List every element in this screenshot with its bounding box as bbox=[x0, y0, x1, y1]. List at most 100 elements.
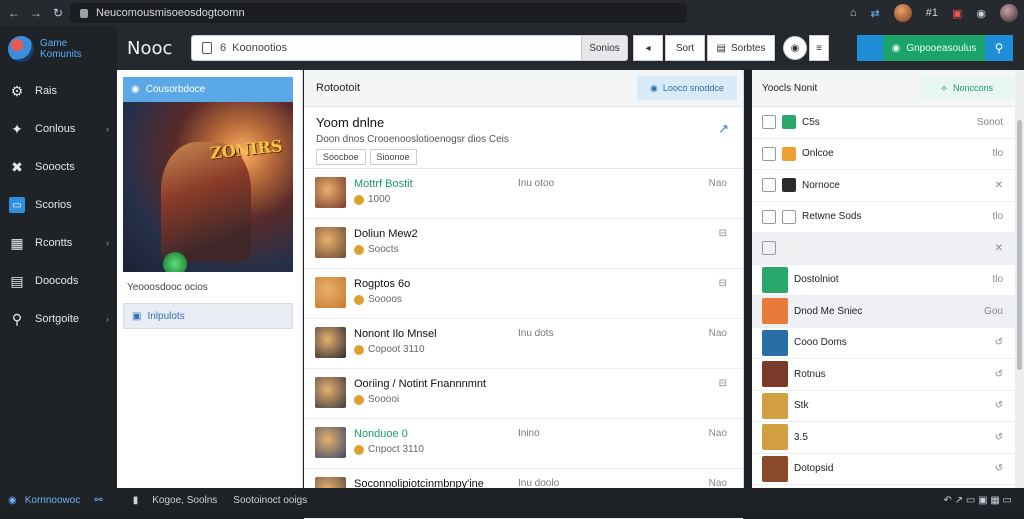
list-item[interactable]: ✕ bbox=[752, 233, 1015, 265]
featured-link[interactable]: ▣ Inlpulots bbox=[123, 303, 293, 329]
featured-game-image[interactable]: ZONIRS bbox=[123, 102, 293, 272]
list-item[interactable]: Ooriing / Notint Fnannnmnt Sooooi ⊟ bbox=[304, 369, 743, 419]
item-action[interactable]: ↺ bbox=[995, 400, 1003, 411]
arrow-icon[interactable]: ↗ bbox=[718, 121, 729, 137]
game-action[interactable]: ⊟ bbox=[719, 378, 727, 389]
view-button[interactable]: ▤ Sorbtes bbox=[707, 35, 775, 61]
game-thumbnail[interactable] bbox=[315, 177, 346, 208]
item-action[interactable]: ↺ bbox=[995, 463, 1003, 474]
item-action[interactable]: tlo bbox=[992, 211, 1003, 222]
sidebar-item-doocods[interactable]: ▤ Doocods bbox=[0, 262, 117, 300]
search-scope-button[interactable]: Sonios bbox=[581, 36, 627, 60]
game-action[interactable]: Nao bbox=[709, 428, 727, 439]
game-title[interactable]: Ooriing / Notint Fnannnmnt bbox=[354, 378, 486, 390]
list-item[interactable]: 3.5 ↺ bbox=[752, 422, 1015, 454]
user-avatar[interactable] bbox=[1000, 4, 1018, 22]
game-thumbnail[interactable] bbox=[315, 427, 346, 458]
item-action[interactable]: Gou bbox=[984, 306, 1003, 317]
item-label: Stk bbox=[794, 400, 809, 412]
list-item[interactable]: Dostolniot tlo bbox=[752, 265, 1015, 296]
list-item[interactable]: Dotopsid ↺ bbox=[752, 454, 1015, 485]
sidebar-item-rais[interactable]: ⚙ Rais bbox=[0, 72, 117, 110]
featured-header[interactable]: ◉ Cousorbdoce bbox=[123, 77, 293, 102]
item-action[interactable]: tlo bbox=[992, 148, 1003, 159]
game-action[interactable]: Nao bbox=[709, 178, 727, 189]
game-thumbnail[interactable] bbox=[315, 227, 346, 258]
item-action[interactable]: tlo bbox=[992, 274, 1003, 285]
list-item[interactable]: Nonduoe 0 Cnpoct 3110 Inino Nao bbox=[304, 419, 743, 469]
filter-chip[interactable]: Soocboe bbox=[316, 149, 366, 165]
game-action[interactable]: ⊟ bbox=[719, 278, 727, 289]
list-item[interactable]: Rogptos 6o Soooos ⊟ bbox=[304, 269, 743, 319]
item-action[interactable]: ↺ bbox=[995, 337, 1003, 348]
list-item[interactable]: Doliun Mew2 Soocts ⊟ bbox=[304, 219, 743, 269]
sidebar-item-scorios[interactable]: ▭ Scorios bbox=[0, 186, 117, 224]
sidebar-item-sooocts[interactable]: ✖ Sooocts bbox=[0, 148, 117, 186]
list-item[interactable]: Retwne Sods tlo bbox=[752, 202, 1015, 233]
back-icon[interactable]: ← bbox=[6, 6, 22, 20]
filter-chip[interactable]: Sioonoe bbox=[369, 149, 417, 165]
url-text: Neucomousmisoeosdogtoomn bbox=[96, 7, 245, 19]
plus-icon: ⟡ bbox=[941, 82, 947, 93]
checkbox-icon[interactable] bbox=[762, 209, 776, 224]
game-action[interactable]: Nao bbox=[709, 328, 727, 339]
primary-action-label: Gnpooeasoulus bbox=[906, 42, 977, 54]
game-action[interactable]: ⊟ bbox=[719, 228, 727, 239]
brand[interactable]: Game Komunits bbox=[0, 26, 117, 72]
game-title[interactable]: Nonduoe 0 bbox=[354, 428, 408, 440]
item-thumbnail bbox=[762, 424, 788, 451]
link-icon: ⚯ bbox=[94, 494, 103, 506]
reload-icon[interactable]: ↻ bbox=[50, 6, 66, 20]
notification-icon[interactable]: ▣ bbox=[952, 7, 962, 20]
checkbox-icon[interactable] bbox=[762, 241, 776, 256]
checkbox-icon[interactable] bbox=[762, 115, 776, 130]
game-title[interactable]: Doliun Mew2 bbox=[354, 228, 418, 240]
sort-button[interactable]: Sort bbox=[665, 35, 705, 61]
item-action[interactable]: Sonot bbox=[977, 117, 1003, 128]
list-item[interactable]: Mottrf Bostit 1000 Inu otoo Nao bbox=[304, 169, 743, 219]
item-action[interactable]: ↺ bbox=[995, 369, 1003, 380]
refresh-button[interactable]: ◉ bbox=[783, 36, 807, 60]
game-thumbnail[interactable] bbox=[315, 377, 346, 408]
list-item[interactable]: Stk ↺ bbox=[752, 391, 1015, 422]
game-title[interactable]: Nonont Ilo Mnsel bbox=[354, 328, 437, 340]
item-action[interactable]: ↺ bbox=[995, 432, 1003, 443]
item-action[interactable]: ✕ bbox=[995, 243, 1003, 254]
sidebar-item-rcontts[interactable]: ▦ Rcontts › bbox=[0, 224, 117, 262]
search-input[interactable]: 6 Koonootios Sonios bbox=[191, 35, 628, 61]
list-item[interactable]: C5s Sonot bbox=[752, 107, 1015, 139]
checkbox-icon[interactable] bbox=[762, 178, 776, 193]
game-title[interactable]: Mottrf Bostit bbox=[354, 178, 413, 190]
menu-button[interactable]: ≡ bbox=[809, 35, 829, 61]
settings-icon[interactable]: ◉ bbox=[976, 7, 986, 20]
game-title[interactable]: Rogptos 6o bbox=[354, 278, 410, 290]
primary-action-button[interactable]: ◉ Gnpooeasoulus bbox=[857, 35, 985, 61]
search-button[interactable]: ⚲ bbox=[985, 35, 1013, 61]
sidebar-item-conlous[interactable]: ✦ Conlous › bbox=[0, 110, 117, 148]
list-item[interactable]: Rotnus ↺ bbox=[752, 359, 1015, 391]
extension-icon[interactable]: ⇄ bbox=[871, 7, 880, 20]
list-item[interactable]: Dnod Me Sniec Gou bbox=[752, 296, 1015, 328]
coin-icon bbox=[354, 194, 364, 205]
sidebar-item-label: Sortgoite bbox=[35, 313, 80, 325]
list-item[interactable]: Nornoce ✕ bbox=[752, 170, 1015, 202]
filter-button[interactable]: ◂ bbox=[633, 35, 663, 61]
list-item[interactable]: Nonont Ilo Mnsel Copoot 3110 Inu dots Nao bbox=[304, 319, 743, 369]
list-item[interactable]: Onlcoe tlo bbox=[752, 139, 1015, 170]
address-bar[interactable]: Neucomousmisoeosdogtoomn bbox=[70, 3, 687, 23]
tab-count: #1 bbox=[925, 7, 938, 19]
game-thumbnail[interactable] bbox=[315, 277, 346, 308]
forward-icon[interactable]: → bbox=[28, 6, 44, 20]
game-thumbnail[interactable] bbox=[315, 327, 346, 358]
checkbox-icon[interactable] bbox=[762, 146, 776, 161]
profile-avatar[interactable] bbox=[893, 4, 912, 22]
scrollbar[interactable] bbox=[1015, 70, 1024, 488]
status-bar: ◉ Kornnoowoc ⚯ ▮ Kogoe, Soolns Sootoinoc… bbox=[0, 488, 1024, 512]
sidebar-item-sortgoite[interactable]: ⚲ Sortgoite › bbox=[0, 300, 117, 338]
list-header-button[interactable]: ◉ Looco snoddce bbox=[637, 76, 737, 100]
list-item[interactable]: Cooo Doms ↺ bbox=[752, 328, 1015, 359]
home-icon[interactable]: ⌂ bbox=[850, 7, 857, 19]
right-header-button[interactable]: ⟡ Nonccons bbox=[921, 77, 1013, 99]
scrollbar-thumb[interactable] bbox=[1017, 120, 1022, 370]
item-action[interactable]: ✕ bbox=[995, 180, 1003, 191]
